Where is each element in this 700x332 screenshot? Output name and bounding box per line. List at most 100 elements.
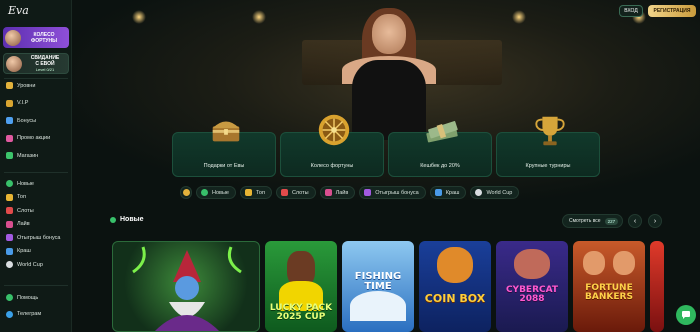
sidebar-item-label: Слоты (17, 207, 34, 214)
feature-card-wheel[interactable]: Колесо фортуны (280, 114, 384, 177)
eva-logo[interactable]: Eva (8, 4, 29, 17)
games-count-badge: 227 (604, 217, 619, 225)
sidebar-item-label: Магазин (17, 152, 39, 159)
sidebar-item-label: Отыгрыш бонуса (17, 234, 61, 241)
game-tile[interactable]: COIN BOX (419, 241, 491, 332)
chip-label: Слоты (291, 189, 309, 196)
shop-icon (6, 152, 13, 160)
register-button[interactable]: РЕГИСТРАЦИЯ (648, 5, 696, 17)
game-tile[interactable]: LUCKY PACK 2025 CUP (265, 241, 337, 332)
coin-filter-button[interactable] (180, 186, 192, 199)
game-tile[interactable] (650, 241, 664, 332)
sidebar-item-world-cup[interactable]: World Cup (0, 259, 72, 271)
sidebar-item-slots[interactable]: Слоты (0, 205, 72, 217)
chip-label: Лайв (335, 189, 349, 196)
sidebar-item-bonuses[interactable]: Бонусы (0, 115, 72, 127)
star-icon (6, 193, 13, 201)
game-title: FISHING TIME (354, 271, 402, 292)
login-button[interactable]: ВХОД (619, 5, 643, 17)
sidebar-item-top[interactable]: Топ (0, 192, 72, 204)
chip-live[interactable]: Лайв (319, 186, 356, 199)
see-all-label: Смотреть все (569, 218, 601, 224)
chip-label: Краш (445, 189, 460, 196)
fortune-wheel-icon (318, 114, 350, 146)
sidebar-item-label: Лайв (17, 221, 30, 228)
carousel-prev-button[interactable]: ‹ (628, 214, 642, 228)
game-title: CYBERCAT 2088 (505, 285, 559, 304)
promo-avatar (6, 55, 22, 72)
sidebar-item-telegram[interactable]: Телеграм (0, 309, 72, 321)
game-tile[interactable]: CYBERCAT 2088 (496, 241, 568, 332)
sidebar-item-label: Новые (17, 180, 34, 187)
chat-button[interactable] (676, 305, 696, 325)
feature-card-label: Крупные турниры (525, 163, 571, 169)
sidebar-item-live[interactable]: Лайв (0, 219, 72, 231)
wizard-art (132, 246, 242, 331)
chip-label: Отыгрыш бонуса (375, 189, 419, 196)
hostess-dress (352, 60, 426, 140)
sidebar-item-label: V.I.P (17, 100, 29, 107)
feature-card-label: Колесо фортуны (310, 163, 354, 169)
chip-world-cup[interactable]: World Cup (470, 186, 520, 199)
plane-icon (6, 247, 13, 255)
new-icon (201, 189, 208, 196)
promo-avatar (5, 29, 21, 46)
crown-icon (6, 99, 13, 107)
chip-new[interactable]: Новые (196, 186, 236, 199)
live-icon (6, 220, 13, 228)
sidebar-item-label: Уровни (17, 82, 36, 89)
feature-card-gifts[interactable]: Подарки от Евы (172, 121, 276, 177)
levels-icon (6, 82, 13, 90)
star-icon (244, 189, 252, 196)
banker-art (613, 251, 635, 275)
feature-card-tournaments[interactable]: Крупные турниры (496, 116, 600, 177)
cyber-cat-art (514, 249, 550, 279)
section-title: Новые (120, 216, 144, 223)
feature-cards: Подарки от Евы Колесо фортуны Кешбек до … (172, 114, 600, 177)
feature-card-label: Кешбек до 20% (420, 163, 460, 169)
sidebar-item-new[interactable]: Новые (0, 178, 72, 190)
game-tile[interactable]: FISHING TIME (342, 241, 414, 332)
sidebar-menu-main: Уровни V.I.P Бонусы Промо акции Магазин (0, 80, 72, 162)
sidebar-item-help[interactable]: Помощь (0, 292, 72, 304)
promo-label: СВИДАНИЕ С ЕВОЙ Level 0/21 (22, 55, 68, 73)
app-root: Eva КОЛЕСО ФОРТУНЫ СВИДАНИЕ С ЕВОЙ Level… (0, 0, 700, 332)
sidebar-item-label: Помощь (17, 294, 39, 301)
lamp-light (252, 10, 266, 24)
game-tile[interactable]: FORTUNE BANKERS (573, 241, 645, 332)
new-icon (6, 180, 13, 188)
fortune-wheel-promo[interactable]: КОЛЕСО ФОРТУНЫ (3, 27, 69, 48)
chip-crash[interactable]: Краш (429, 186, 467, 199)
snow-art (350, 291, 406, 321)
telegram-icon (6, 310, 13, 318)
chip-top[interactable]: Топ (239, 186, 272, 199)
sidebar-item-crash[interactable]: Краш (0, 246, 72, 258)
sidebar-item-bonus-wager[interactable]: Отыгрыш бонуса (0, 232, 72, 244)
banker-art (583, 251, 605, 275)
lamp-light (512, 10, 526, 24)
new-icon (110, 216, 116, 223)
sidebar-item-promotions[interactable]: Промо акции (0, 133, 72, 145)
carousel-next-button[interactable]: › (648, 214, 662, 228)
game-tile[interactable] (112, 241, 260, 332)
promo-icon (6, 134, 13, 142)
sidebar-item-shop[interactable]: Магазин (0, 150, 72, 162)
bonus-wager-icon (364, 189, 372, 196)
chip-slots[interactable]: Слоты (275, 186, 316, 199)
game-title: FORTUNE BANKERS (585, 283, 633, 302)
football-icon (475, 189, 483, 196)
see-all-button[interactable]: Смотреть все 227 (562, 214, 624, 228)
feature-card-cashback[interactable]: Кешбек до 20% (388, 121, 492, 177)
divider (4, 172, 68, 173)
sidebar-menu-support: Помощь Телеграм (0, 292, 72, 320)
chip-label: World Cup (486, 189, 513, 196)
sidebar-item-levels[interactable]: Уровни (0, 80, 72, 92)
chip-bonus-wager[interactable]: Отыгрыш бонуса (359, 186, 426, 199)
date-with-eva-promo[interactable]: СВИДАНИЕ С ЕВОЙ Level 0/21 (3, 53, 69, 74)
cash-stack-icon (426, 121, 458, 143)
feature-card-label: Подарки от Евы (203, 163, 245, 169)
hostess-face (372, 14, 406, 54)
sidebar-item-label: Топ (17, 194, 26, 201)
sidebar-item-vip[interactable]: V.I.P (0, 98, 72, 110)
headset-icon (6, 294, 13, 302)
